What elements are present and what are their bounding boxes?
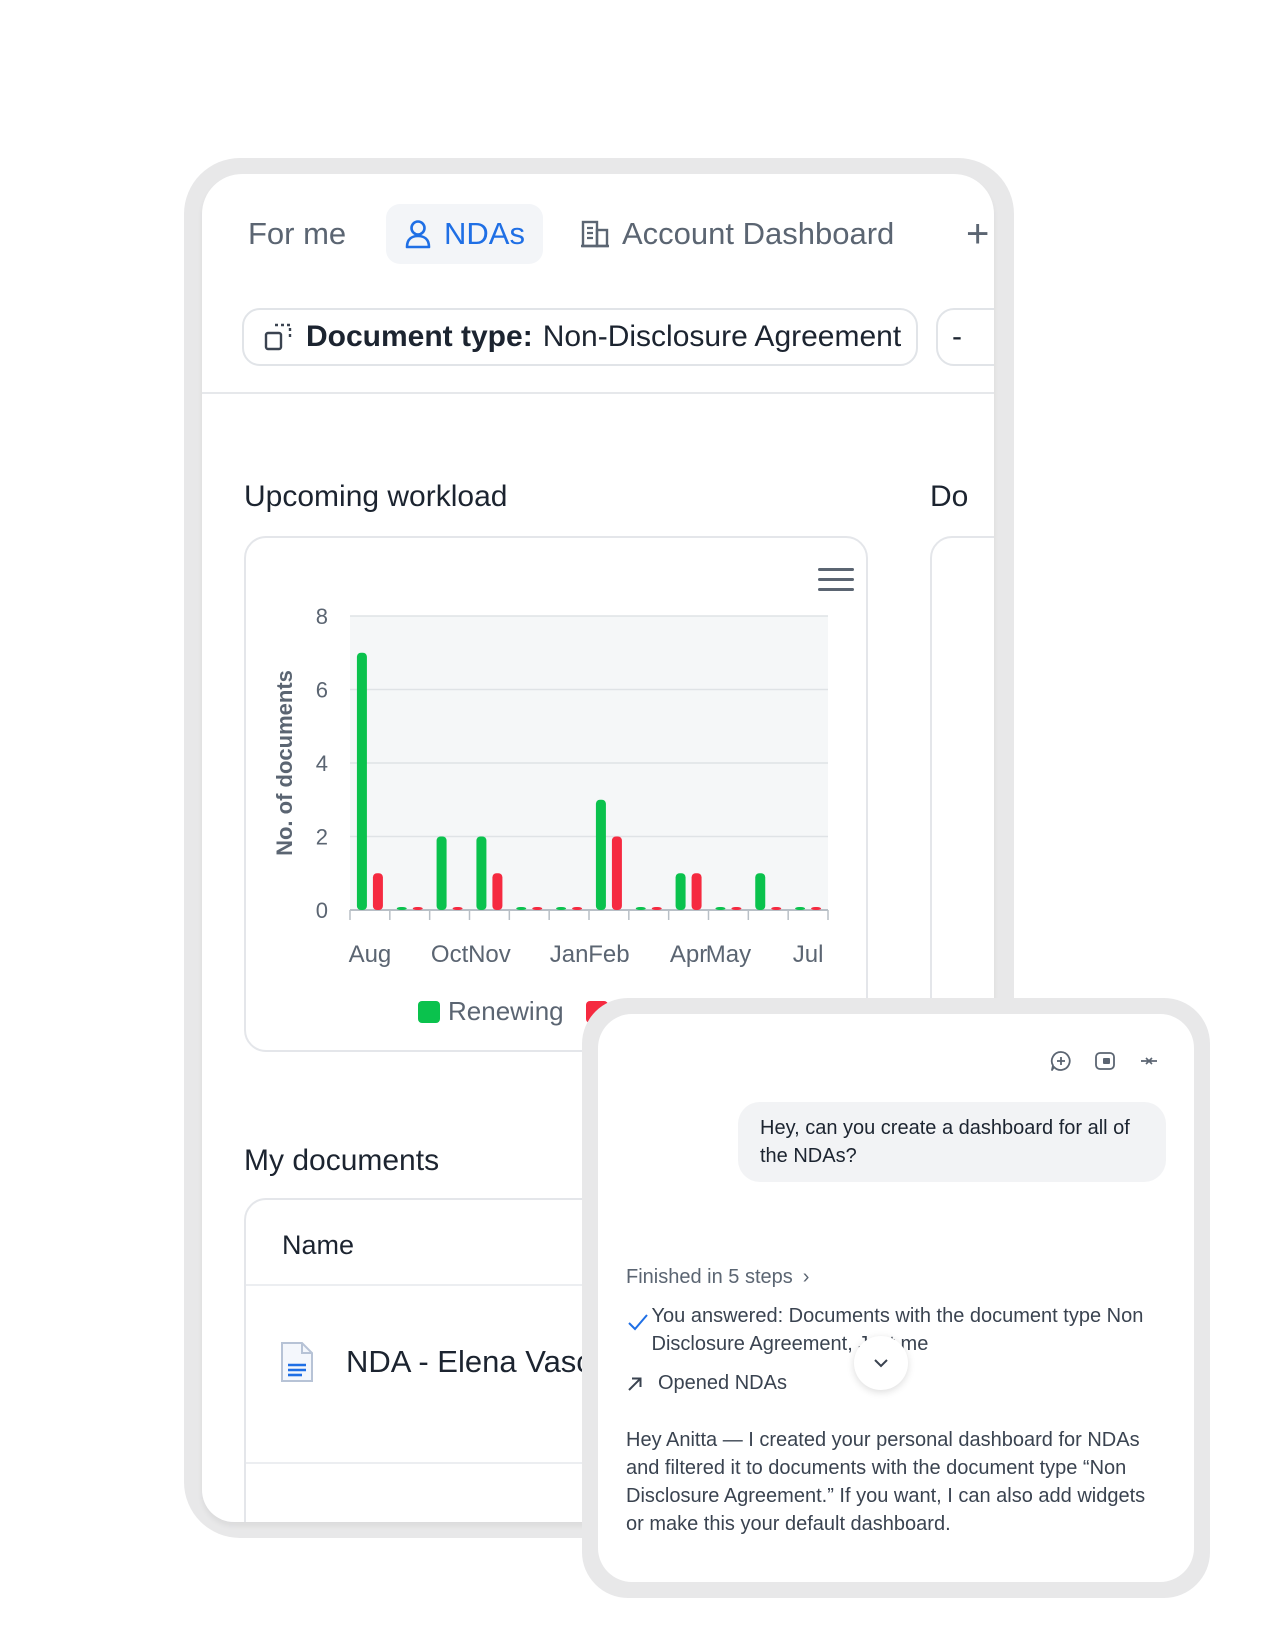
scroll-down-button[interactable] [854,1336,908,1390]
chart-bar [611,836,622,910]
legend-label-renewing: Renewing [448,996,564,1026]
y-tick-label: 8 [316,604,328,629]
chart-bar [532,907,543,910]
check-icon [626,1302,652,1358]
chart-bar [356,652,367,910]
person-icon [404,219,432,249]
tab-for-me-label: For me [248,216,347,251]
chart-bar [452,907,463,910]
user-message-bubble: Hey, can you create a dashboard for all … [738,1102,1166,1182]
chart-bar [436,836,447,910]
chart-bar [595,799,606,910]
building-icon [580,220,610,248]
x-tick-label: Jan [550,941,589,968]
y-tick-label: 0 [316,898,328,923]
arrow-up-right-icon [626,1375,658,1393]
chart-bar [492,873,503,910]
tab-ndas-label: NDAs [444,216,525,251]
minimize-icon[interactable] [1138,1050,1160,1072]
chevron-down-icon [874,1359,888,1368]
steps-summary-toggle[interactable]: Finished in 5 steps › [626,1266,809,1289]
upcoming-workload-chart-card: 0 2 4 6 8 Aug Oct Nov Jan Feb Apr May Jul No. of docu… [244,536,868,1052]
chart-bar [476,836,487,910]
chart-bar [412,907,423,910]
legend-swatch-renewing [418,1000,440,1023]
add-tab-button[interactable]: + [966,204,989,264]
chart-bar [635,907,646,910]
x-tick-label: Apr [670,941,707,968]
chart-bar [556,907,567,910]
chart-bar [771,907,782,910]
tab-for-me[interactable]: For me [248,204,346,264]
x-tick-label: Oct [431,941,469,968]
assistant-reply: Hey Anitta — I created your personal das… [626,1429,1146,1535]
expand-panel-icon[interactable] [1094,1050,1116,1072]
tab-ndas[interactable]: NDAs [386,204,543,264]
chart-bar [731,907,742,910]
legend-item-renewing[interactable]: Renewing [418,996,564,1027]
chart-bar [396,907,407,910]
chat-device-frame: Hey, can you create a dashboard for all … [582,998,1210,1598]
document-icon [278,1340,316,1384]
steps-summary-label: Finished in 5 steps [626,1266,793,1288]
y-axis-label: No. of documents [272,670,297,856]
x-tick-label: Feb [588,941,629,968]
y-tick-label: 6 [316,678,328,703]
tab-account-dashboard[interactable]: Account Dashboard [580,204,894,264]
upcoming-workload-title: Upcoming workload [244,480,508,513]
y-tick-label: 4 [316,751,328,776]
table-row[interactable]: NDA - Elena Vasc [278,1340,592,1384]
filter-label: Document type: [306,320,533,353]
chart-bar [811,907,822,910]
chart-bar [516,907,527,910]
plus-icon: + [966,211,990,256]
chart-bar [651,907,662,910]
chart-bar [795,907,806,910]
y-tick-label: 2 [316,825,328,850]
chart-bar [755,873,766,910]
tab-account-dashboard-label: Account Dashboard [622,216,895,251]
stage: For me NDAs Account Dashboard + Document… [0,0,1280,1648]
chart-bar [675,873,686,910]
step-opened-text: Opened NDAs [658,1372,787,1394]
secondary-filter-label: - [952,320,962,353]
secondary-filter-chip[interactable]: - [936,308,994,366]
second-widget-title: Do [930,480,969,513]
chat-toolbar [1028,1050,1160,1072]
dashboard-tabs: For me NDAs Account Dashboard + [202,204,994,266]
chart-bar [715,907,726,910]
step-opened[interactable]: Opened NDAs [626,1372,787,1395]
new-chat-icon[interactable] [1050,1050,1072,1072]
x-tick-label: Jul [793,941,824,968]
document-type-icon [264,322,294,352]
document-name: NDA - Elena Vasc [346,1344,592,1379]
chart-bar [572,907,583,910]
chart-bar [372,873,383,910]
chevron-right-icon: › [802,1266,810,1288]
document-type-filter-chip[interactable]: Document type: Non-Disclosure Agreement [242,308,918,366]
upcoming-workload-chart: 0 2 4 6 8 Aug Oct Nov Jan Feb AprMay Jul No. of docu… [272,604,829,968]
x-tick-label: Nov [468,941,511,968]
filter-value: Non-Disclosure Agreement [542,320,902,353]
chart-bar [691,873,702,910]
chat-panel: Hey, can you create a dashboard for all … [598,1014,1194,1582]
x-tick-label: Aug [349,941,392,968]
x-tick-label: May [706,941,751,968]
header-divider [202,392,994,394]
column-header-name[interactable]: Name [282,1230,354,1261]
my-documents-title: My documents [244,1144,440,1177]
